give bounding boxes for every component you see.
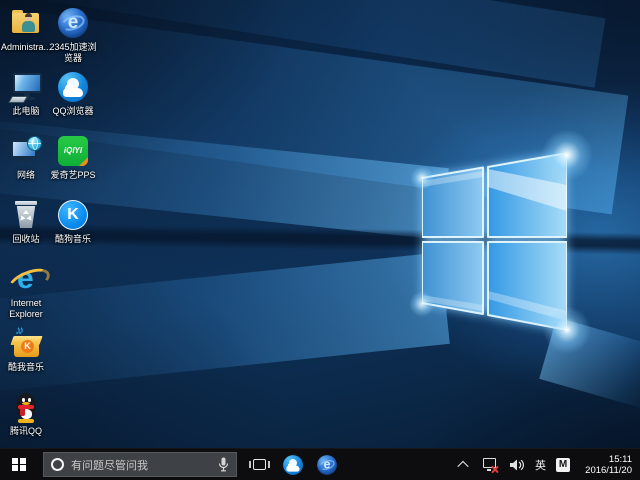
- desktop-icon-tencent-qq[interactable]: 腾讯QQ: [0, 390, 53, 437]
- network-status-button[interactable]: [481, 457, 498, 473]
- windows-logo: [422, 153, 567, 330]
- speaker-icon: [509, 459, 524, 471]
- taskbar-qq-browser-button[interactable]: [276, 449, 310, 480]
- icon-label: 此电脑: [12, 106, 39, 117]
- volume-button[interactable]: [508, 457, 525, 473]
- windows-start-icon: [12, 458, 26, 472]
- taskbar: 有问题尽管问我 e: [0, 448, 640, 480]
- desktop-icon-kuwo-music[interactable]: ♪♪ K 酷我音乐: [0, 326, 53, 373]
- 2345-browser-icon: e: [56, 6, 90, 40]
- icon-label: 酷我音乐: [8, 362, 44, 373]
- qq-browser-icon: [282, 453, 304, 475]
- desktop[interactable]: Administra... 此电脑 网络 回收站 e Internet Expl…: [0, 0, 640, 448]
- 2345-browser-icon: e: [316, 453, 338, 475]
- qq-browser-icon: [56, 70, 90, 104]
- icon-label: 回收站: [12, 234, 39, 245]
- recycle-bin-icon: [9, 198, 43, 232]
- tray-date: 2016/11/20: [585, 465, 632, 476]
- desktop-icon-2345-browser[interactable]: e 2345加速浏览器: [46, 6, 100, 64]
- tray-time: 15:11: [609, 454, 632, 465]
- chevron-up-icon: [457, 460, 468, 471]
- desktop-icon-iqiyi-pps[interactable]: iQIYI 爱奇艺PPS: [46, 134, 100, 181]
- music-notes-icon: ♪♪: [15, 323, 21, 337]
- icon-label: Internet Explorer: [0, 298, 53, 320]
- icon-label: 2345加速浏览器: [46, 42, 100, 64]
- icon-label: 网络: [17, 170, 35, 181]
- network-icon: [9, 134, 43, 168]
- desktop-icon-internet-explorer[interactable]: e Internet Explorer: [0, 262, 53, 320]
- desktop-icon-kugou-music[interactable]: K 酷狗音乐: [46, 198, 100, 245]
- desktop-icon-qq-browser[interactable]: QQ浏览器: [46, 70, 100, 117]
- microphone-icon[interactable]: [218, 457, 229, 472]
- start-button[interactable]: [0, 449, 38, 480]
- system-tray: 英 M 15:11 2016/11/20: [450, 449, 640, 480]
- task-view-icon: [253, 459, 266, 470]
- icon-label: Administra...: [1, 42, 51, 53]
- ime-badge[interactable]: M: [556, 458, 570, 472]
- icon-label: 腾讯QQ: [10, 426, 42, 437]
- icon-label: QQ浏览器: [52, 106, 93, 117]
- user-folder-icon: [9, 6, 43, 40]
- icon-label: 酷狗音乐: [55, 234, 91, 245]
- search-placeholder: 有问题尽管问我: [71, 457, 211, 473]
- this-pc-icon: [9, 70, 43, 104]
- cortana-icon: [51, 458, 64, 471]
- kuwo-music-icon: ♪♪ K: [9, 326, 43, 360]
- iqiyi-pps-icon: iQIYI: [56, 134, 90, 168]
- input-language-indicator[interactable]: 英: [535, 457, 546, 473]
- internet-explorer-icon: e: [9, 262, 43, 296]
- red-x-badge: [490, 465, 499, 474]
- show-hidden-icons-button[interactable]: [454, 457, 471, 473]
- taskbar-2345-browser-button[interactable]: e: [310, 449, 344, 480]
- search-input[interactable]: 有问题尽管问我: [43, 452, 237, 477]
- clock[interactable]: 15:11 2016/11/20: [580, 454, 632, 476]
- tencent-qq-icon: [9, 390, 43, 424]
- icon-label: 爱奇艺PPS: [50, 170, 95, 181]
- kugou-music-icon: K: [56, 198, 90, 232]
- task-view-button[interactable]: [242, 449, 276, 480]
